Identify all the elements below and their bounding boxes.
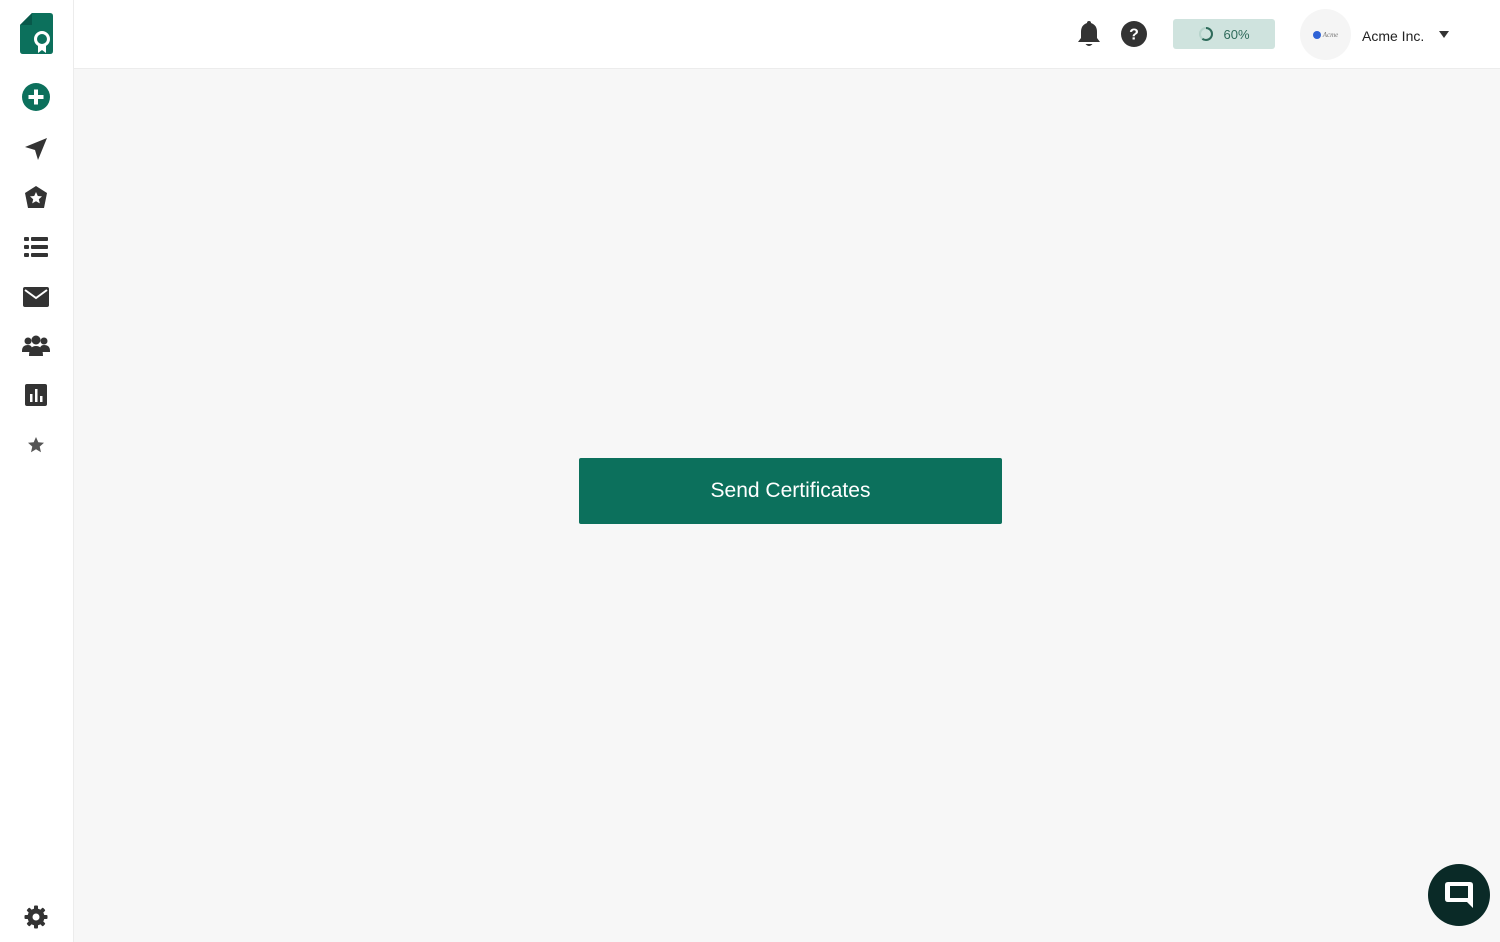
plus-circle-icon [22,83,50,111]
users-icon [22,335,50,356]
sidebar [0,0,74,942]
help-button[interactable]: ? [1119,19,1149,49]
list-icon [24,237,48,257]
sidebar-item-list[interactable] [20,231,52,263]
bell-icon [1078,21,1100,46]
sidebar-item-badges[interactable] [20,182,52,214]
svg-text:?: ? [1129,27,1139,44]
organization-dropdown-toggle[interactable] [1437,28,1451,40]
settings-button[interactable] [20,901,52,933]
chat-bubble-icon [1445,882,1473,908]
organization-avatar[interactable]: Acme [1300,9,1351,60]
paper-plane-icon [25,138,47,160]
badge-star-icon [25,186,47,208]
sidebar-item-send[interactable] [20,133,52,165]
gear-icon [24,905,48,929]
sidebar-item-email[interactable] [20,281,52,313]
setup-progress-badge[interactable]: 60% [1173,19,1275,49]
star-icon [28,437,44,453]
caret-down-icon [1439,31,1449,38]
progress-label: 60% [1223,26,1250,42]
question-circle-icon: ? [1121,21,1147,47]
sidebar-item-favorites[interactable] [20,429,52,461]
send-certificates-button[interactable]: Send Certificates [579,458,1002,524]
avatar-logo-dot [1312,30,1321,39]
chat-launcher-button[interactable] [1428,864,1490,926]
sidebar-item-create[interactable] [20,81,52,113]
notifications-button[interactable] [1074,19,1104,49]
avatar-text: Acme [1322,30,1339,39]
bar-chart-icon [25,384,47,406]
sidebar-item-users[interactable] [20,330,52,362]
top-bar [74,0,1500,69]
envelope-icon [23,287,49,307]
sidebar-item-analytics[interactable] [20,379,52,411]
progress-ring-icon [1199,27,1214,41]
certificate-logo-icon[interactable] [18,13,54,55]
organization-name[interactable]: Acme Inc. [1362,28,1424,44]
